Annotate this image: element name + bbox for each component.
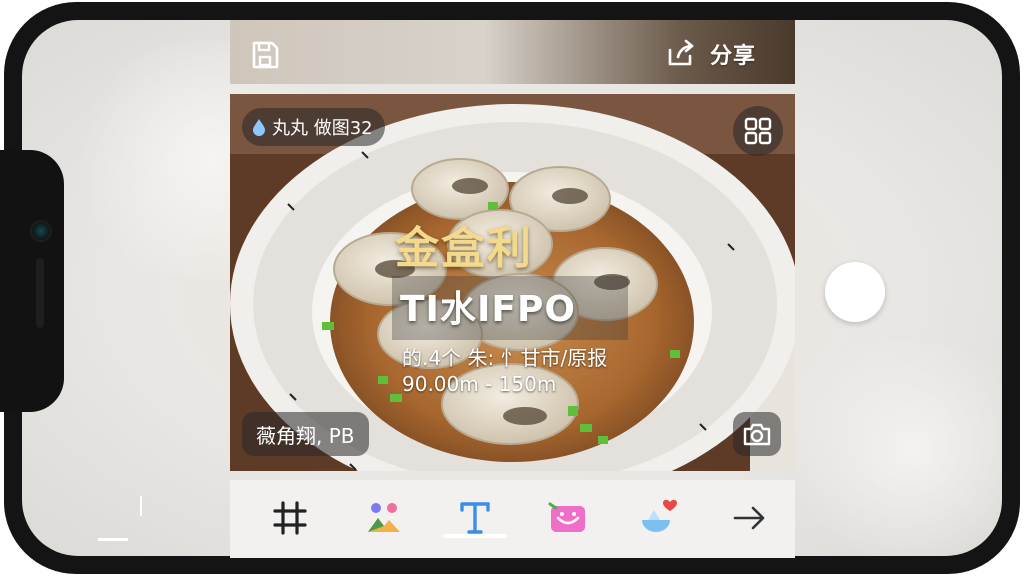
overlay-title-text[interactable]: 金盒利 [395, 212, 595, 276]
assistive-touch-button[interactable] [825, 262, 885, 322]
divider [140, 496, 142, 516]
divider [98, 538, 128, 541]
device-stage: 分享 丸丸 做图32 金盒利 TI水IFPO 的.4个 朱: 忄甘市/原报 90… [0, 0, 1024, 576]
overlay-info-line[interactable]: 的.4个 朱: 忄甘市/原报 [402, 342, 607, 371]
watermark-badge[interactable]: 丸丸 做图32 [242, 108, 385, 146]
speaker-slot [36, 258, 44, 328]
next-arrow-icon [733, 506, 765, 530]
overlay-subtitle-text[interactable]: TI水IFPO [400, 280, 576, 332]
text-icon [460, 502, 490, 534]
filter-tool-button[interactable] [362, 496, 406, 540]
watermark-text: 丸丸 做图32 [272, 118, 373, 139]
layout-toggle-button[interactable] [733, 106, 783, 156]
filter-icon [368, 503, 400, 532]
next-button[interactable] [728, 496, 772, 540]
droplet-icon [253, 119, 265, 136]
location-badge[interactable]: 薇角翔, PB [242, 412, 369, 456]
save-button[interactable] [246, 36, 284, 74]
location-text: 薇角翔, PB [256, 423, 355, 448]
sensor-notch [0, 150, 64, 412]
background-blur [782, 340, 1002, 556]
sticker-tool-button[interactable] [546, 496, 590, 540]
crop-icon [273, 501, 307, 535]
save-icon [252, 41, 279, 69]
sticker-icon [548, 502, 585, 532]
camera-icon [743, 423, 771, 446]
effect-icon [642, 499, 677, 532]
grid-layout-icon [744, 117, 772, 145]
front-camera-icon [30, 220, 52, 242]
share-button[interactable]: 分享 [664, 32, 756, 76]
camera-button[interactable] [733, 412, 781, 456]
share-label: 分享 [710, 44, 757, 69]
editor-toolbar [230, 480, 795, 558]
active-tool-indicator [443, 534, 507, 538]
share-icon [668, 39, 694, 66]
overlay-info-line[interactable]: 90.00m - 150m [402, 372, 556, 396]
effect-tool-button[interactable] [638, 496, 682, 540]
crop-tool-button[interactable] [268, 496, 312, 540]
